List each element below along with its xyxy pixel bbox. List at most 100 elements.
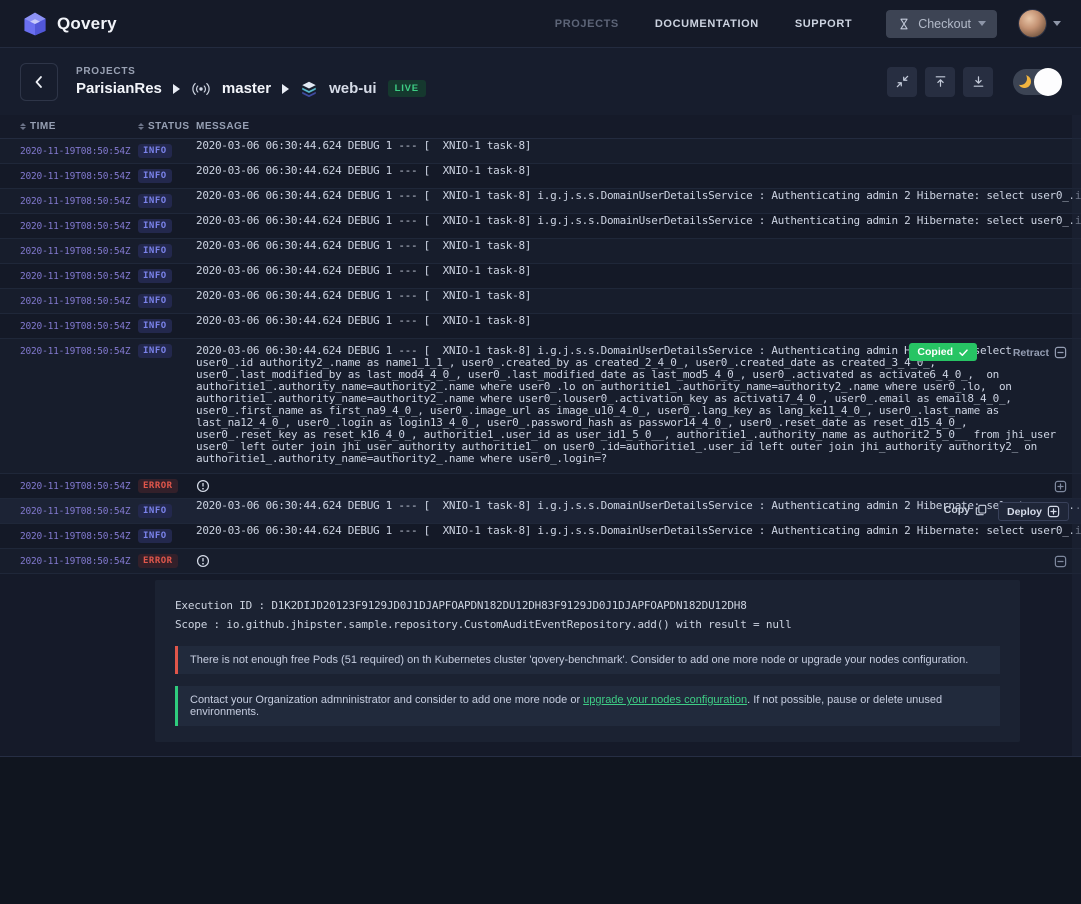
log-row[interactable]: 2020-11-19T08:50:54Z INFO 2020-03-06 06:… (0, 289, 1081, 314)
column-header-status[interactable]: STATUS (138, 121, 196, 132)
log-row[interactable]: 2020-11-19T08:50:54Z INFO 2020-03-06 06:… (0, 499, 1081, 524)
status-badge: INFO (138, 194, 172, 208)
plus-square-icon (1054, 480, 1067, 493)
log-message: 2020-03-06 06:30:44.624 DEBUG 1 --- [ XN… (196, 289, 1081, 302)
nav-link-documentation[interactable]: DOCUMENTATION (655, 18, 759, 30)
table-header: TIME STATUS MESSAGE (0, 115, 1081, 139)
avatar[interactable] (1019, 10, 1046, 37)
scope-line: Scope : io.github.jhipster.sample.reposi… (155, 615, 1020, 634)
log-time: 2020-11-19T08:50:54Z (0, 314, 138, 338)
alert-circle-icon (196, 479, 210, 493)
status-badge: INFO (138, 529, 172, 543)
advice-note: Contact your Organization admninistrator… (175, 686, 1000, 726)
deploy-button[interactable]: Deploy (998, 502, 1069, 521)
empty-area (0, 757, 1081, 904)
status-badge: ERROR (138, 479, 178, 493)
checkout-label: Checkout (918, 17, 971, 31)
layers-icon (300, 80, 318, 98)
minus-square-icon (1054, 555, 1067, 568)
log-row[interactable]: 2020-11-19T08:50:54Z INFO 2020-03-06 06:… (0, 239, 1081, 264)
log-message: 2020-03-06 06:30:44.624 DEBUG 1 --- [ XN… (196, 139, 1081, 152)
chevron-left-icon (31, 74, 47, 90)
status-badge: INFO (138, 144, 172, 158)
scroll-to-bottom-button[interactable] (963, 67, 993, 97)
log-row[interactable]: 2020-11-19T08:50:54Z ERROR (0, 474, 1081, 499)
log-row[interactable]: 2020-11-19T08:50:54Z INFO 2020-03-06 06:… (0, 524, 1081, 549)
minus-square-icon (1054, 346, 1067, 359)
copied-button[interactable]: Copied (909, 343, 977, 361)
alert-circle-icon (196, 554, 210, 568)
log-row[interactable]: 2020-11-19T08:50:54Z INFO 2020-03-06 06:… (0, 214, 1081, 239)
toggle-knob[interactable] (1034, 68, 1062, 96)
copy-button[interactable]: Copy (944, 504, 987, 516)
nav-link-support[interactable]: SUPPORT (795, 18, 852, 30)
log-time: 2020-11-19T08:50:54Z (0, 164, 138, 188)
log-table: TIME STATUS MESSAGE 2020-11-19T08:50:54Z… (0, 115, 1081, 756)
execution-id-label: Execution ID : (175, 599, 265, 612)
log-row[interactable]: 2020-11-19T08:50:54Z INFO 2020-03-06 06:… (0, 164, 1081, 189)
scroll-to-top-button[interactable] (925, 67, 955, 97)
log-message: 2020-03-06 06:30:44.624 DEBUG 1 --- [ XN… (196, 189, 1081, 202)
log-row[interactable]: 2020-11-19T08:50:54Z ERROR (0, 549, 1081, 574)
status-badge: ERROR (138, 554, 178, 568)
scrollbar-track[interactable] (1072, 115, 1081, 756)
theme-toggle[interactable] (1013, 69, 1061, 95)
error-detail-panel: Execution ID : D1K2DIJD20123F9129JD0J1DJ… (155, 580, 1020, 742)
log-message: 2020-03-06 06:30:44.624 DEBUG 1 --- [ XN… (196, 239, 1081, 252)
log-time: 2020-11-19T08:50:54Z (0, 139, 138, 163)
top-navbar: Qovery PROJECTS DOCUMENTATION SUPPORT Ch… (0, 0, 1081, 48)
log-time: 2020-11-19T08:50:54Z (0, 474, 138, 498)
log-message: 2020-03-06 06:30:44.624 DEBUG 1 --- [ XN… (196, 314, 1081, 327)
checkout-button[interactable]: Checkout (886, 10, 997, 38)
execution-id-value: D1K2DIJD20123F9129JD0J1DJAPFOAPDN182DU12… (271, 599, 746, 612)
column-label: MESSAGE (196, 121, 250, 132)
hourglass-icon (897, 17, 911, 31)
status-badge: INFO (138, 294, 172, 308)
qovery-brand[interactable]: Qovery (22, 11, 117, 37)
upgrade-nodes-link[interactable]: upgrade your nodes configuration (583, 694, 747, 706)
arrow-to-bottom-icon (971, 74, 986, 89)
collapse-row-button[interactable] (1054, 555, 1067, 568)
breadcrumb-branch[interactable]: master (222, 80, 271, 97)
log-row[interactable]: 2020-11-19T08:50:54Z INFO 2020-03-06 06:… (0, 189, 1081, 214)
breadcrumb-service[interactable]: web-ui (329, 80, 377, 97)
breadcrumb-eyebrow: PROJECTS (76, 66, 426, 77)
log-time: 2020-11-19T08:50:54Z (0, 214, 138, 238)
breadcrumb-toolbar: PROJECTS ParisianRes master web-ui LIVE (0, 48, 1081, 115)
log-row[interactable]: 2020-11-19T08:50:54Z INFO 2020-03-06 06:… (0, 264, 1081, 289)
status-badge: INFO (138, 269, 172, 283)
breadcrumb: PROJECTS ParisianRes master web-ui LIVE (76, 66, 426, 98)
play-separator-icon (173, 84, 180, 94)
status-badge: INFO (138, 219, 172, 233)
back-button[interactable] (20, 63, 58, 101)
sort-icon (138, 123, 144, 130)
log-row[interactable]: 2020-11-19T08:50:54Z INFO 2020-03-06 06:… (0, 314, 1081, 339)
log-time: 2020-11-19T08:50:54Z (0, 524, 138, 548)
log-time: 2020-11-19T08:50:54Z (0, 549, 138, 573)
error-detail-zone: Execution ID : D1K2DIJD20123F9129JD0J1DJ… (0, 574, 1081, 756)
log-message: 2020-03-06 06:30:44.624 DEBUG 1 --- [ XN… (196, 164, 1081, 177)
advice-prefix: Contact your Organization admninistrator… (190, 694, 583, 706)
log-time: 2020-11-19T08:50:54Z (0, 289, 138, 313)
log-row[interactable]: 2020-11-19T08:50:54Z INFO 2020-03-06 06:… (0, 139, 1081, 164)
breadcrumb-project[interactable]: ParisianRes (76, 80, 162, 97)
expand-row-button[interactable] (1054, 480, 1067, 493)
log-time: 2020-11-19T08:50:54Z (0, 499, 138, 523)
column-header-time[interactable]: TIME (0, 121, 138, 132)
warning-note: There is not enough free Pods (51 requir… (175, 646, 1000, 674)
collapse-all-button[interactable] (887, 67, 917, 97)
broadcast-icon (191, 81, 211, 97)
log-row[interactable]: 2020-11-19T08:50:54Z INFO 2020-03-06 06:… (0, 339, 1081, 474)
scope-label: Scope : (175, 618, 220, 631)
column-label: TIME (30, 121, 56, 132)
log-message: 2020-03-06 06:30:44.624 DEBUG 1 --- [ XN… (196, 264, 1081, 277)
nav-link-projects[interactable]: PROJECTS (555, 18, 619, 30)
log-message: 2020-03-06 06:30:44.624 DEBUG 1 --- [ XN… (196, 524, 1081, 537)
chevron-down-icon (978, 21, 986, 26)
status-badge: INFO (138, 244, 172, 258)
user-menu[interactable] (1019, 10, 1061, 37)
execution-id-line: Execution ID : D1K2DIJD20123F9129JD0J1DJ… (155, 596, 1020, 615)
status-badge: INFO (138, 169, 172, 183)
warning-text: There is not enough free Pods (51 requir… (190, 654, 968, 666)
retract-button[interactable]: Retract (1013, 346, 1067, 359)
